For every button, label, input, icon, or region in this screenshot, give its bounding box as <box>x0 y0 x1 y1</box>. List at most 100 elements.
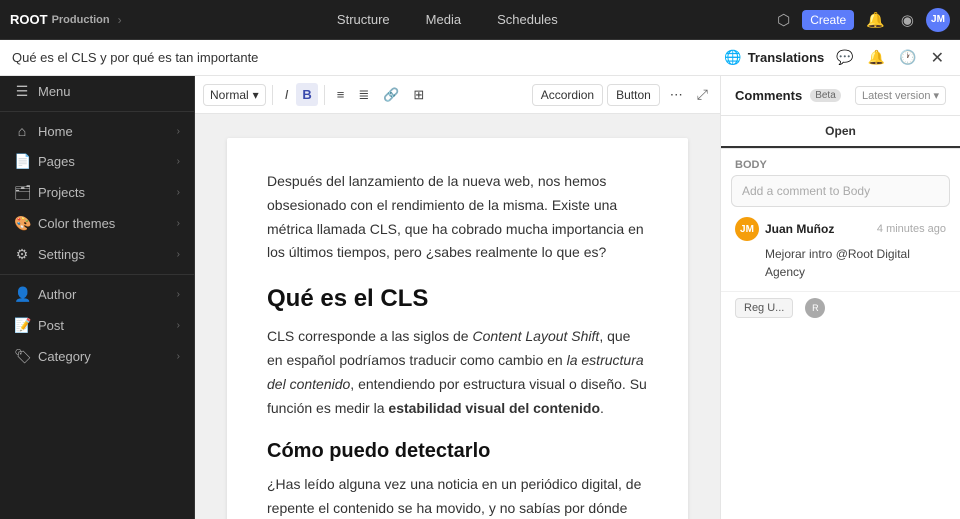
settings-chevron: › <box>177 249 180 260</box>
color-themes-label: Color themes <box>38 216 169 231</box>
sidebar-item-settings[interactable]: ⚙ Settings › <box>0 239 194 270</box>
category-icon: 🏷 <box>14 348 30 365</box>
home-icon: ⌂ <box>14 123 30 139</box>
button-block-label: Button <box>616 88 651 102</box>
sidebar-item-author[interactable]: 👤 Author › <box>0 279 194 310</box>
editor-area: Normal ▾ I B ≡ ≣ 🔗 ⊞ Accordion Button ⋯ … <box>195 76 720 519</box>
accordion-button[interactable]: Accordion <box>532 84 603 106</box>
close-button[interactable]: ✕ <box>927 44 948 72</box>
translations-bar: Qué es el CLS y por qué es tan important… <box>0 40 960 76</box>
author-label: Author <box>38 287 169 302</box>
sidebar-item-pages[interactable]: 📄 Pages › <box>0 146 194 177</box>
doc-heading-2: Cómo puedo detectarlo <box>267 440 648 463</box>
logo-sub: Production <box>52 14 110 26</box>
projects-label: Projects <box>38 185 169 200</box>
comment-header: JM Juan Muñoz 4 minutes ago <box>735 217 946 241</box>
sidebar-item-post[interactable]: 📝 Post › <box>0 310 194 341</box>
activity-icon[interactable]: ◉ <box>897 7 918 33</box>
comment-body: Mejorar intro @Root Digital Agency <box>735 245 946 281</box>
comments-title: Comments <box>735 88 802 103</box>
notification-icon[interactable]: 🔔 <box>862 7 889 33</box>
style-chevron: ▾ <box>253 88 259 102</box>
topbar-nav-area: Structure Media Schedules <box>130 8 765 31</box>
translations-actions: 💬 🔔 🕐 ✕ <box>832 44 948 72</box>
bell-icon-button[interactable]: 🔔 <box>864 45 889 70</box>
editor-toolbar: Normal ▾ I B ≡ ≣ 🔗 ⊞ Accordion Button ⋯ … <box>195 76 720 114</box>
version-selector[interactable]: Latest version ▾ <box>855 86 946 105</box>
more-options-button[interactable]: ⋯ <box>664 83 689 107</box>
comment-entry: JM Juan Muñoz 4 minutes ago Mejorar intr… <box>721 207 960 292</box>
pages-label: Pages <box>38 154 169 169</box>
body-section-label: Body <box>721 149 960 175</box>
projects-icon: 🗂 <box>14 184 30 201</box>
version-chevron: ▾ <box>933 89 939 102</box>
resolve-button[interactable]: Reg U... <box>735 298 793 318</box>
projects-chevron: › <box>177 187 180 198</box>
comment-time: 4 minutes ago <box>877 223 946 235</box>
sidebar-item-home[interactable]: ⌂ Home › <box>0 116 194 146</box>
translations-label: 🌐 Translations <box>724 49 824 66</box>
unordered-list-button[interactable]: ≡ <box>331 83 351 106</box>
version-label: Latest version <box>862 90 930 102</box>
resolved-avatar: R <box>805 298 825 318</box>
commenter-name: Juan Muñoz <box>765 222 834 236</box>
nav-schedules[interactable]: Schedules <box>489 8 566 31</box>
history-icon-button[interactable]: 🕐 <box>895 45 920 70</box>
right-panel-header: Comments Beta Latest version ▾ <box>721 76 960 116</box>
comment-resolve-row: Reg U... R <box>721 292 960 324</box>
toolbar-divider-2 <box>324 85 325 105</box>
italic-button[interactable]: I <box>279 83 295 106</box>
right-panel: Comments Beta Latest version ▾ Open Body… <box>720 76 960 519</box>
sidebar-divider-2 <box>0 274 194 275</box>
color-themes-icon: 🎨 <box>14 215 30 232</box>
comment-input[interactable]: Add a comment to Body <box>731 175 950 207</box>
sidebar-divider-1 <box>0 111 194 112</box>
sidebar-menu-toggle[interactable]: ☰ Menu <box>0 76 194 107</box>
right-panel-tabs: Open <box>721 116 960 149</box>
content-path: Qué es el CLS y por qué es tan important… <box>12 50 716 65</box>
image-button[interactable]: ⊞ <box>407 83 430 107</box>
ordered-list-button[interactable]: ≣ <box>352 83 375 107</box>
post-label: Post <box>38 318 169 333</box>
search-icon[interactable]: ⬡ <box>773 7 794 33</box>
nav-media[interactable]: Media <box>418 8 469 31</box>
link-button[interactable]: 🔗 <box>377 83 405 107</box>
post-icon: 📝 <box>14 317 30 334</box>
toolbar-right: Accordion Button ⋯ ⤢ <box>532 82 712 107</box>
sidebar-item-color-themes[interactable]: 🎨 Color themes › <box>0 208 194 239</box>
translations-globe-icon: 🌐 <box>724 49 741 66</box>
doc-heading-1: Qué es el CLS <box>267 285 648 313</box>
menu-label: Menu <box>38 84 180 99</box>
button-block-button[interactable]: Button <box>607 84 660 106</box>
post-chevron: › <box>177 320 180 331</box>
sidebar: ☰ Menu ⌂ Home › 📄 Pages › 🗂 Projects › 🎨… <box>0 76 195 519</box>
style-label: Normal <box>210 88 249 102</box>
logo-text: ROOT <box>10 12 48 27</box>
topbar-chevron: › <box>118 13 122 27</box>
commenter-avatar: JM <box>735 217 759 241</box>
topbar-logo: ROOT Production <box>10 12 110 27</box>
editor-document: Después del lanzamiento de la nueva web,… <box>227 138 688 519</box>
menu-icon: ☰ <box>14 83 30 100</box>
tab-open[interactable]: Open <box>721 116 960 148</box>
create-button[interactable]: Create <box>802 10 854 30</box>
accordion-label: Accordion <box>541 88 594 102</box>
nav-structure[interactable]: Structure <box>329 8 398 31</box>
sidebar-item-category[interactable]: 🏷 Category › <box>0 341 194 372</box>
doc-paragraph-1: CLS corresponde a las siglos de Content … <box>267 325 648 420</box>
user-avatar[interactable]: JM <box>926 8 950 32</box>
comments-icon-button[interactable]: 💬 <box>832 45 857 70</box>
settings-label: Settings <box>38 247 169 262</box>
sidebar-item-projects[interactable]: 🗂 Projects › <box>0 177 194 208</box>
bold-button[interactable]: B <box>296 83 317 106</box>
pages-icon: 📄 <box>14 153 30 170</box>
topbar: ROOT Production › Structure Media Schedu… <box>0 0 960 40</box>
author-icon: 👤 <box>14 286 30 303</box>
author-chevron: › <box>177 289 180 300</box>
expand-button[interactable]: ⤢ <box>693 82 712 107</box>
editor-scroll[interactable]: Después del lanzamiento de la nueva web,… <box>195 114 720 519</box>
style-selector[interactable]: Normal ▾ <box>203 84 266 106</box>
translations-title: Translations <box>748 50 825 65</box>
category-label: Category <box>38 349 169 364</box>
doc-paragraph-2: ¿Has leído alguna vez una noticia en un … <box>267 473 648 519</box>
